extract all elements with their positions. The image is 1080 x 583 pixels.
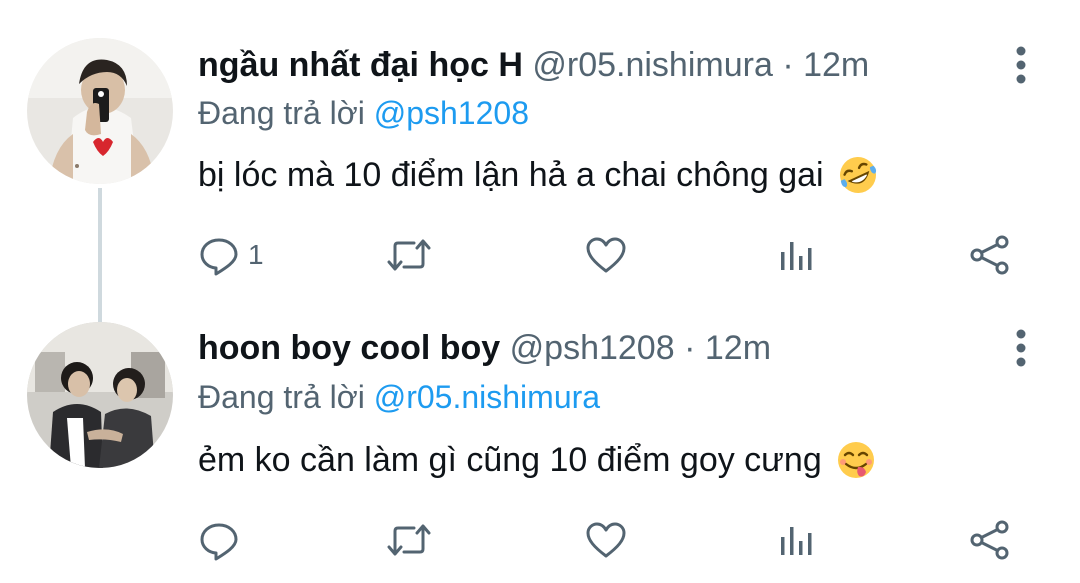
tweet-header: ngầu nhất đại học H @r05.nishimura · 12m <box>198 40 869 90</box>
display-name[interactable]: ngầu nhất đại học H <box>198 46 523 84</box>
analytics-icon <box>781 242 812 270</box>
avatar[interactable] <box>27 322 173 468</box>
separator-dot: · <box>782 46 794 84</box>
more-options-icon[interactable] <box>1003 40 1039 90</box>
tweet-header: hoon boy cool boy @psh1208 · 12m <box>198 323 771 373</box>
analytics-icon <box>781 527 812 555</box>
replying-to: Đang trả lời @r05.nishimura <box>198 375 600 419</box>
retweet-button[interactable] <box>386 230 432 280</box>
reply-icon <box>200 523 238 561</box>
avatar-photo <box>27 38 173 184</box>
share-button[interactable] <box>968 230 1012 280</box>
tweet-actions <box>198 515 1038 565</box>
replying-to-handle[interactable]: @psh1208 <box>374 95 529 131</box>
more-options-icon[interactable] <box>1003 323 1039 373</box>
tweet-body: ẻm ko cần làm gì cũng 10 điểm goy cưng <box>198 441 822 479</box>
heart-icon <box>586 522 626 558</box>
share-icon <box>970 520 1009 560</box>
reply-button[interactable] <box>198 515 248 565</box>
heart-icon <box>586 237 626 273</box>
avatar[interactable] <box>27 38 173 184</box>
analytics-button[interactable] <box>776 230 816 280</box>
like-button[interactable] <box>584 515 628 565</box>
display-name[interactable]: hoon boy cool boy <box>198 329 500 367</box>
retweet-button[interactable] <box>386 515 432 565</box>
user-handle[interactable]: @r05.nishimura <box>532 46 773 84</box>
analytics-button[interactable] <box>776 515 816 565</box>
user-handle[interactable]: @psh1208 <box>510 329 675 367</box>
replying-to: Đang trả lời @psh1208 <box>198 91 529 135</box>
retweet-icon <box>387 524 431 556</box>
rolling-on-floor-laughing-icon <box>839 157 876 193</box>
avatar-photo <box>27 322 173 468</box>
tweet[interactable]: ngầu nhất đại học H @r05.nishimura · 12m… <box>0 0 1080 322</box>
replying-to-handle[interactable]: @r05.nishimura <box>374 379 600 415</box>
share-button[interactable] <box>968 515 1012 565</box>
reply-count: 1 <box>248 239 264 270</box>
timestamp[interactable]: 12m <box>803 46 869 84</box>
tweet-actions: 1 <box>198 230 1038 280</box>
share-icon <box>970 235 1009 275</box>
tweet-text: ẻm ko cần làm gì cũng 10 điểm goy cưng <box>198 435 878 485</box>
replying-to-label: Đang trả lời <box>198 379 365 415</box>
replying-to-label: Đang trả lời <box>198 95 365 131</box>
reply-icon <box>200 238 238 276</box>
tweet-body: bị lóc mà 10 điểm lận hả a chai chông ga… <box>198 156 824 194</box>
face-savoring-food-icon <box>837 442 874 478</box>
tweet-text: bị lóc mà 10 điểm lận hả a chai chông ga… <box>198 150 880 200</box>
reply-button[interactable]: 1 <box>198 230 264 280</box>
timestamp[interactable]: 12m <box>705 329 771 367</box>
like-button[interactable] <box>584 230 628 280</box>
tweet[interactable]: hoon boy cool boy @psh1208 · 12m Đang tr… <box>0 300 1080 583</box>
separator-dot: · <box>684 329 696 367</box>
retweet-icon <box>387 239 431 271</box>
